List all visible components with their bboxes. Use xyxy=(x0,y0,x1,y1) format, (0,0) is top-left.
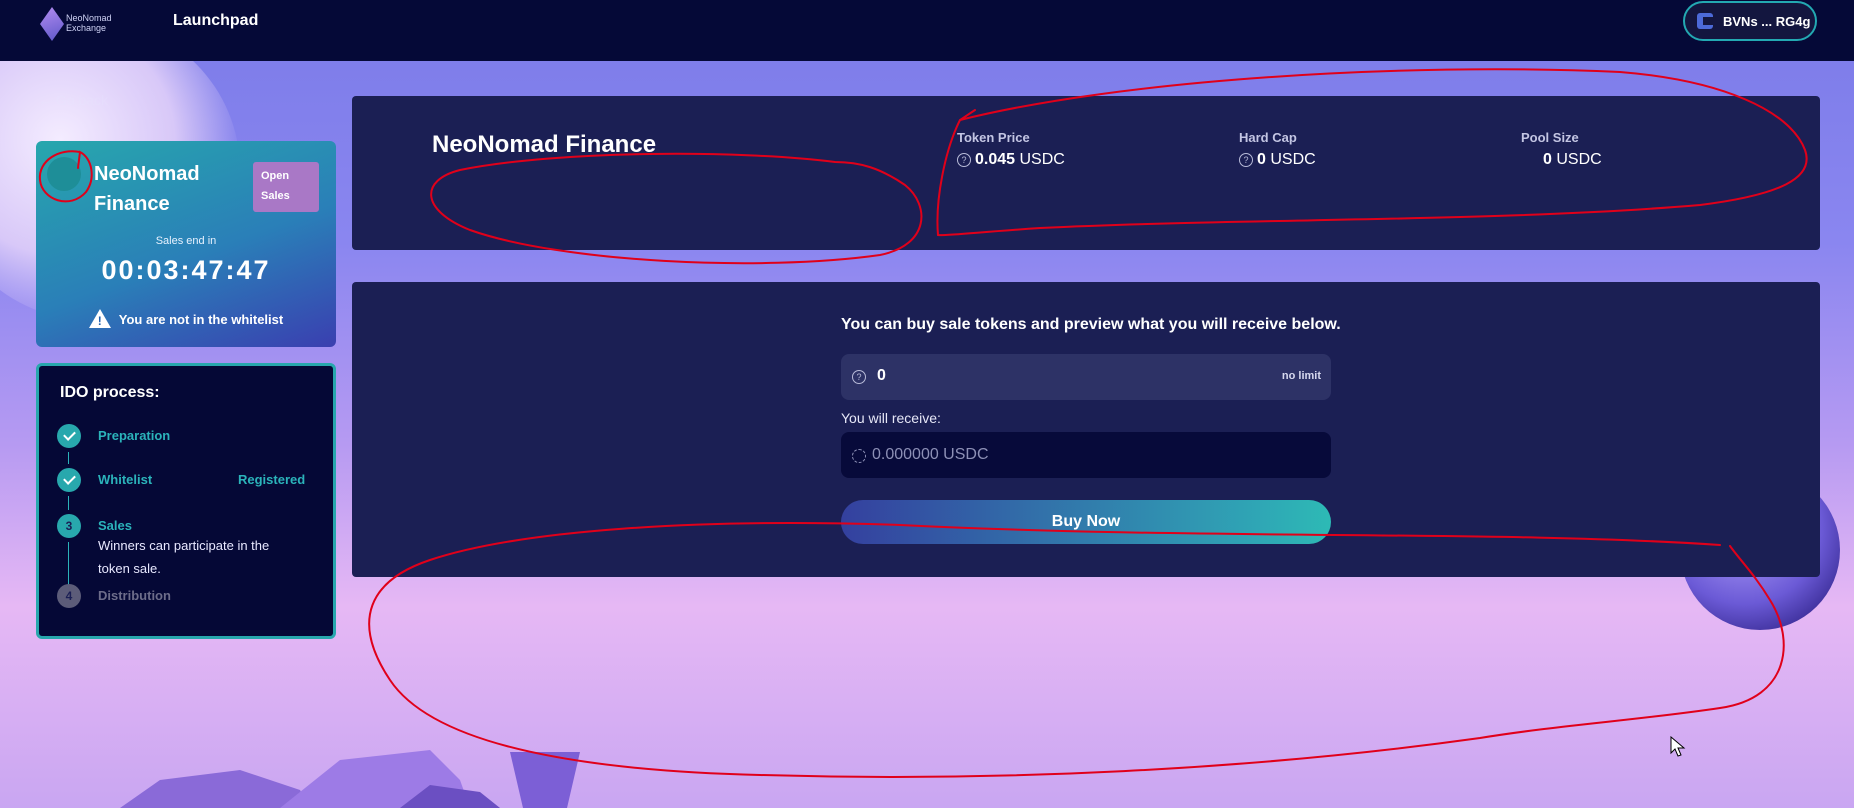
currency-label: USDC xyxy=(1270,151,1316,168)
buy-tokens-card: You can buy sale tokens and preview what… xyxy=(352,282,1820,577)
check-icon xyxy=(57,424,81,448)
mouse-cursor-icon xyxy=(1670,736,1686,757)
step-connector xyxy=(68,542,69,586)
token-price-metric: Token Price ? 0.045 USDC xyxy=(957,130,1065,169)
sale-status-card: NeoNomad Finance Open Sales Sales end in… xyxy=(36,141,336,347)
pool-size-label: Pool Size xyxy=(1521,130,1579,145)
wallet-address: BVNs ... RG4g xyxy=(1723,13,1811,29)
go-back-link[interactable]: ← Go back xyxy=(38,92,108,108)
whitelist-registered-status: Registered xyxy=(238,472,306,487)
top-navigation-bar: NeoNomad Exchange Launchpad BVNs ... RG4… xyxy=(0,0,1854,61)
buy-prompt-text: You can buy sale tokens and preview what… xyxy=(841,316,1341,333)
buy-now-button[interactable]: Buy Now xyxy=(841,500,1331,544)
open-sales-badge: Open Sales xyxy=(253,162,319,212)
receive-value: 0.000000 USDC xyxy=(872,446,989,463)
cup-decoration xyxy=(510,752,580,808)
token-icon xyxy=(852,449,866,463)
pool-size-metric: Pool Size 0 USDC xyxy=(1521,130,1602,169)
pool-size-value: 0 xyxy=(1543,151,1552,168)
amount-input[interactable] xyxy=(875,366,1179,386)
receive-field: 0.000000 USDC xyxy=(841,432,1331,478)
nav-launchpad-link[interactable]: Launchpad xyxy=(173,12,258,30)
floating-rocks-decoration xyxy=(120,750,500,808)
step-number-badge: 4 xyxy=(57,584,81,608)
hard-cap-metric: Hard Cap ? 0 USDC xyxy=(1239,130,1316,169)
step-number-badge: 3 xyxy=(57,514,81,538)
countdown-timer: 00:03:47:47 xyxy=(101,255,271,285)
ido-step-label: Distribution xyxy=(98,588,171,603)
ido-step-label: Whitelist xyxy=(98,472,153,487)
ido-process-card: IDO process: Preparation Whitelist Regis… xyxy=(36,363,336,639)
hard-cap-value: 0 xyxy=(1257,151,1266,168)
no-limit-label: no limit xyxy=(1281,370,1321,382)
help-icon[interactable]: ? xyxy=(1239,153,1253,167)
amount-field[interactable]: ? no limit xyxy=(841,354,1331,400)
wallet-icon xyxy=(1697,13,1713,29)
whitelist-warning: You are not in the whitelist xyxy=(36,309,336,328)
receive-label: You will receive: xyxy=(841,410,941,426)
currency-label: USDC xyxy=(1019,151,1065,168)
sales-end-label: Sales end in xyxy=(155,235,217,247)
warning-icon xyxy=(88,309,111,328)
check-icon xyxy=(57,468,81,492)
whitelist-warning-text: You are not in the whitelist xyxy=(118,312,284,327)
project-name: NeoNomad Finance xyxy=(432,131,657,158)
step-connector xyxy=(68,452,69,464)
help-icon[interactable]: ? xyxy=(957,153,971,167)
token-price-value: 0.045 xyxy=(975,151,1016,168)
project-info-card: NeoNomad Finance Token Price ? 0.045 USDC… xyxy=(352,96,1820,250)
hard-cap-label: Hard Cap xyxy=(1239,130,1297,145)
step-connector xyxy=(68,496,69,510)
currency-label: USDC xyxy=(1556,151,1602,168)
wallet-button[interactable]: BVNs ... RG4g xyxy=(1683,1,1817,41)
go-back-label: Go back xyxy=(55,92,109,108)
logo-icon xyxy=(40,7,64,41)
ido-step-label: Sales xyxy=(98,518,132,533)
sale-card-title: NeoNomad Finance xyxy=(94,163,200,215)
project-avatar xyxy=(47,157,81,191)
sales-step-description: Winners can participate in the token sal… xyxy=(98,538,270,576)
help-icon[interactable]: ? xyxy=(852,370,866,384)
neonomad-logo[interactable]: NeoNomad Exchange xyxy=(40,5,120,41)
ido-step-label: Preparation xyxy=(98,428,171,443)
ido-process-title: IDO process: xyxy=(60,384,160,401)
token-price-label: Token Price xyxy=(957,130,1030,145)
logo-text: NeoNomad Exchange xyxy=(66,13,112,33)
